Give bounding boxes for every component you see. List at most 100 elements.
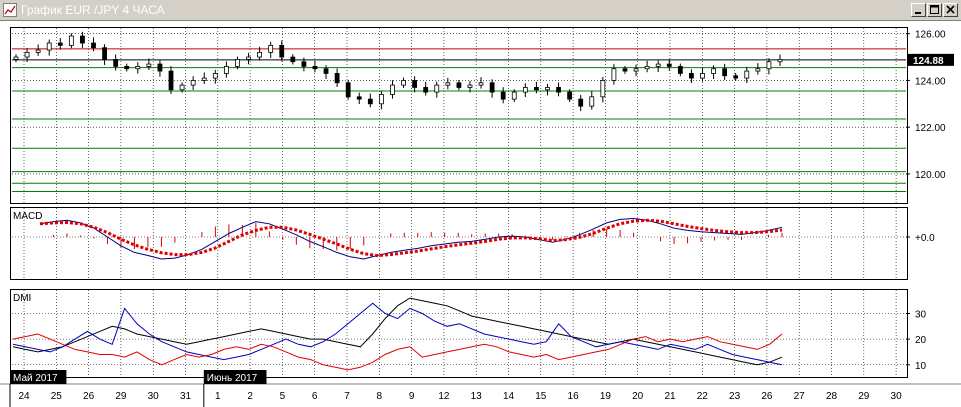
dmi-axis: 30 20 10 [906,310,927,372]
macd-axis-tick: +0.0 [915,233,935,244]
time-axis-day-label: 30 [148,391,160,402]
candle-body [46,42,52,51]
dmi-panel: DMI 30 20 10 [10,289,927,378]
candle-body [157,63,163,72]
dmi-axis-tick-label: 10 [915,361,927,372]
time-axis-day-label: 25 [51,391,63,402]
dmi-axis-tick-label: 20 [915,335,927,346]
candle-body [13,56,19,60]
candle-body [113,58,119,67]
macd-panel-frame [10,207,908,280]
close-icon [946,5,955,14]
candle-body [235,58,240,67]
time-axis-day-label: 27 [794,391,806,402]
candle-body [511,91,517,100]
candle-body [257,51,262,58]
time-axis-day-label: 7 [344,391,350,402]
candle-body [722,68,728,77]
minimize-button[interactable] [911,3,926,17]
candle-body [700,73,705,79]
close-button[interactable] [943,3,958,17]
candle-body [367,98,373,105]
candle-body [522,87,528,93]
dmi-panel-frame [10,289,908,378]
candle-body [223,66,229,74]
candle-body [423,87,429,93]
time-axis-day-label: 19 [600,391,612,402]
window-title: График EUR /JPY 4 ЧАСА [21,3,165,17]
time-axis-month-label: Июнь 2017 [207,373,258,384]
time-axis-day-label: 29 [858,391,870,402]
candle-body [312,66,318,70]
time-axis-day-label: 29 [115,391,127,402]
candle-body [401,80,406,86]
time-axis-day-label: 21 [664,391,676,402]
candle-body [301,61,307,67]
candle-body [91,42,96,49]
candle-body [589,96,595,107]
chart-app-icon [3,3,17,17]
candle-body [655,63,661,67]
time-axis-day-label: 16 [568,391,580,402]
dmi-label: DMI [13,293,31,304]
candle-body [622,68,628,72]
price-axis: 126.00 124.00 122.00 120.00 124.88 [906,30,954,181]
time-axis-day-label: 20 [632,391,644,402]
dmi-axis-tick-label: 30 [915,310,927,321]
candle-body [578,98,584,107]
candle-body [733,75,739,79]
candle-body [201,77,207,81]
time-axis-day-label: 1 [215,391,221,402]
candle-body [766,61,772,70]
time-axis-day-label: 31 [180,391,192,402]
candle-body [35,49,41,53]
time-axis-day-label: 30 [891,391,903,402]
time-axis-day-label: 22 [697,391,709,402]
time-axis-day-label: 5 [280,391,286,402]
candle-body [412,80,418,88]
candle-body [345,82,351,98]
candle-body [534,87,539,91]
candle-body [378,94,384,105]
time-axis-day-label: 13 [471,391,483,402]
time-axis-day-label: 23 [729,391,741,402]
maximize-button[interactable] [927,3,942,17]
candle-body [124,66,130,70]
candle-body [356,96,362,100]
candle-body [633,68,639,72]
minimize-icon [915,12,921,14]
current-price-label: 124.88 [913,56,944,67]
time-axis-day-label: 15 [535,391,547,402]
candle-body [290,56,296,63]
candle-body [777,58,783,63]
candle-body [500,91,506,100]
maximize-icon [930,5,939,14]
time-axis-day-label: 9 [409,391,415,402]
candle-body [190,80,196,86]
candle-body [80,35,85,44]
macd-panel: MACD +0.0 [10,207,935,280]
candle-body [246,56,251,60]
candle-body [334,73,340,84]
time-axis-day-label: 2 [247,391,253,402]
candle-body [279,44,285,58]
candle-body [24,51,30,58]
macd-label: MACD [13,211,42,222]
candle-body [556,87,561,93]
time-axis-day-label: 14 [503,391,515,402]
candle-body [711,68,716,74]
candle-body [445,82,451,86]
time-axis-day-label: 12 [438,391,450,402]
candle-body [689,73,694,79]
candle-body [600,80,606,98]
candle-body [323,68,329,74]
candle-body [644,66,650,70]
chart-canvas: 126.00 124.00 122.00 120.00 124.88 MACD +0.0… [0,27,961,407]
candle-body [434,84,440,93]
candle-body [567,91,573,100]
candle-body [755,68,761,72]
candle-body [456,82,462,88]
price-axis-tick-label: 124.00 [915,76,946,87]
time-axis-day-label: 8 [377,391,383,402]
candle-body [179,84,185,91]
